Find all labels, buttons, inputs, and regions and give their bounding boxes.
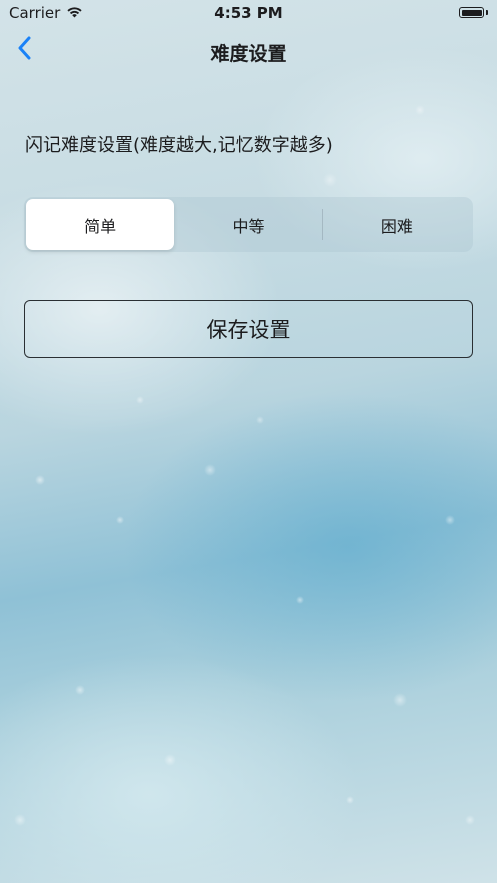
segment-hard[interactable]: 困难 (321, 199, 471, 250)
difficulty-description: 闪记难度设置(难度越大,记忆数字越多) (25, 135, 333, 156)
difficulty-segmented-control: 简单 中等 困难 (24, 197, 473, 252)
segment-easy[interactable]: 简单 (26, 199, 175, 250)
navigation-bar: 难度设置 (0, 28, 497, 72)
segment-divider (321, 209, 323, 240)
battery-icon (459, 7, 488, 18)
page-title: 难度设置 (210, 43, 287, 65)
status-time: 4:53 PM (214, 4, 283, 22)
save-settings-button[interactable]: 保存设置 (24, 300, 473, 358)
segment-label: 简单 (84, 216, 117, 236)
segment-medium[interactable]: 中等 (174, 199, 322, 250)
segment-label: 中等 (232, 216, 265, 236)
status-bar: Carrier 4:53 PM (0, 0, 497, 26)
segment-label: 困难 (380, 216, 413, 236)
battery-fill (461, 9, 482, 16)
